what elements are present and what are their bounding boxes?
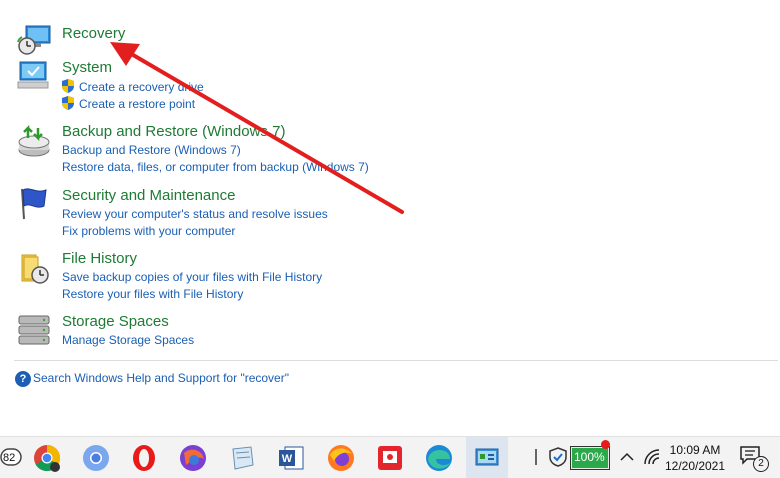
create-restore-point-link[interactable]: Create a restore point: [79, 97, 195, 111]
screen-recorder-icon[interactable]: [373, 441, 407, 475]
backup-restore-link[interactable]: Backup and Restore (Windows 7): [62, 143, 241, 157]
restore-data-link[interactable]: Restore data, files, or computer from ba…: [62, 160, 369, 174]
notification-badge[interactable]: 82: [0, 445, 22, 469]
system-title[interactable]: System: [62, 59, 112, 76]
edge-icon[interactable]: [422, 441, 456, 475]
recovery-title[interactable]: Recovery: [62, 25, 125, 42]
chromium-icon[interactable]: [79, 441, 113, 475]
notification-center[interactable]: 2: [739, 444, 769, 472]
firefox-dev-icon[interactable]: [176, 441, 210, 475]
create-recovery-drive-link[interactable]: Create a recovery drive: [79, 80, 204, 94]
review-status-link[interactable]: Review your computer's status and resolv…: [62, 207, 328, 221]
wifi-icon[interactable]: [643, 448, 661, 466]
backup-restore-title[interactable]: Backup and Restore (Windows 7): [62, 123, 285, 140]
notepad-icon[interactable]: [225, 441, 259, 475]
clock[interactable]: 10:09 AM 12/20/2021: [660, 442, 730, 474]
battery-text: 100%: [574, 450, 605, 464]
file-history-title[interactable]: File History: [62, 250, 137, 267]
notification-count: 2: [753, 456, 769, 472]
storage-spaces-title[interactable]: Storage Spaces: [62, 313, 169, 330]
control-panel-icon[interactable]: [470, 441, 504, 475]
svg-text:W: W: [282, 453, 293, 465]
system-icon: [17, 61, 49, 89]
antivirus-shield-icon[interactable]: [547, 446, 569, 468]
file-history-icon: [21, 254, 49, 284]
search-results: Recovery System Create a recovery drive …: [0, 0, 780, 436]
uac-shield-icon: [62, 79, 74, 93]
uac-shield-icon: [62, 96, 74, 110]
chrome-icon[interactable]: [30, 441, 64, 475]
taskbar: 82 W 100% 10:09 AM 12/20/2021 2: [0, 436, 780, 478]
opera-icon[interactable]: [127, 441, 161, 475]
help-icon: ?: [15, 371, 31, 387]
word-icon[interactable]: W: [275, 441, 309, 475]
battery-alert-dot: [601, 440, 610, 449]
manage-storage-spaces-link[interactable]: Manage Storage Spaces: [62, 333, 194, 347]
backup-restore-icon: [18, 124, 50, 157]
clock-time: 10:09 AM: [669, 443, 721, 457]
save-backup-copies-link[interactable]: Save backup copies of your files with Fi…: [62, 270, 322, 284]
restore-files-link[interactable]: Restore your files with File History: [62, 287, 243, 301]
storage-spaces-icon: [18, 315, 50, 345]
fix-problems-link[interactable]: Fix problems with your computer: [62, 224, 235, 238]
tray-separator: [535, 449, 537, 465]
badge-count: 82: [3, 452, 16, 464]
firefox-icon[interactable]: [324, 441, 358, 475]
flag-icon: [21, 188, 47, 220]
help-search-link[interactable]: Search Windows Help and Support for "rec…: [33, 371, 289, 385]
recovery-icon: [17, 25, 51, 55]
clock-date: 12/20/2021: [664, 459, 726, 473]
battery-indicator[interactable]: 100%: [570, 446, 610, 470]
chevron-up-icon[interactable]: [619, 450, 635, 464]
divider: [14, 360, 778, 361]
security-maintenance-title[interactable]: Security and Maintenance: [62, 187, 235, 204]
